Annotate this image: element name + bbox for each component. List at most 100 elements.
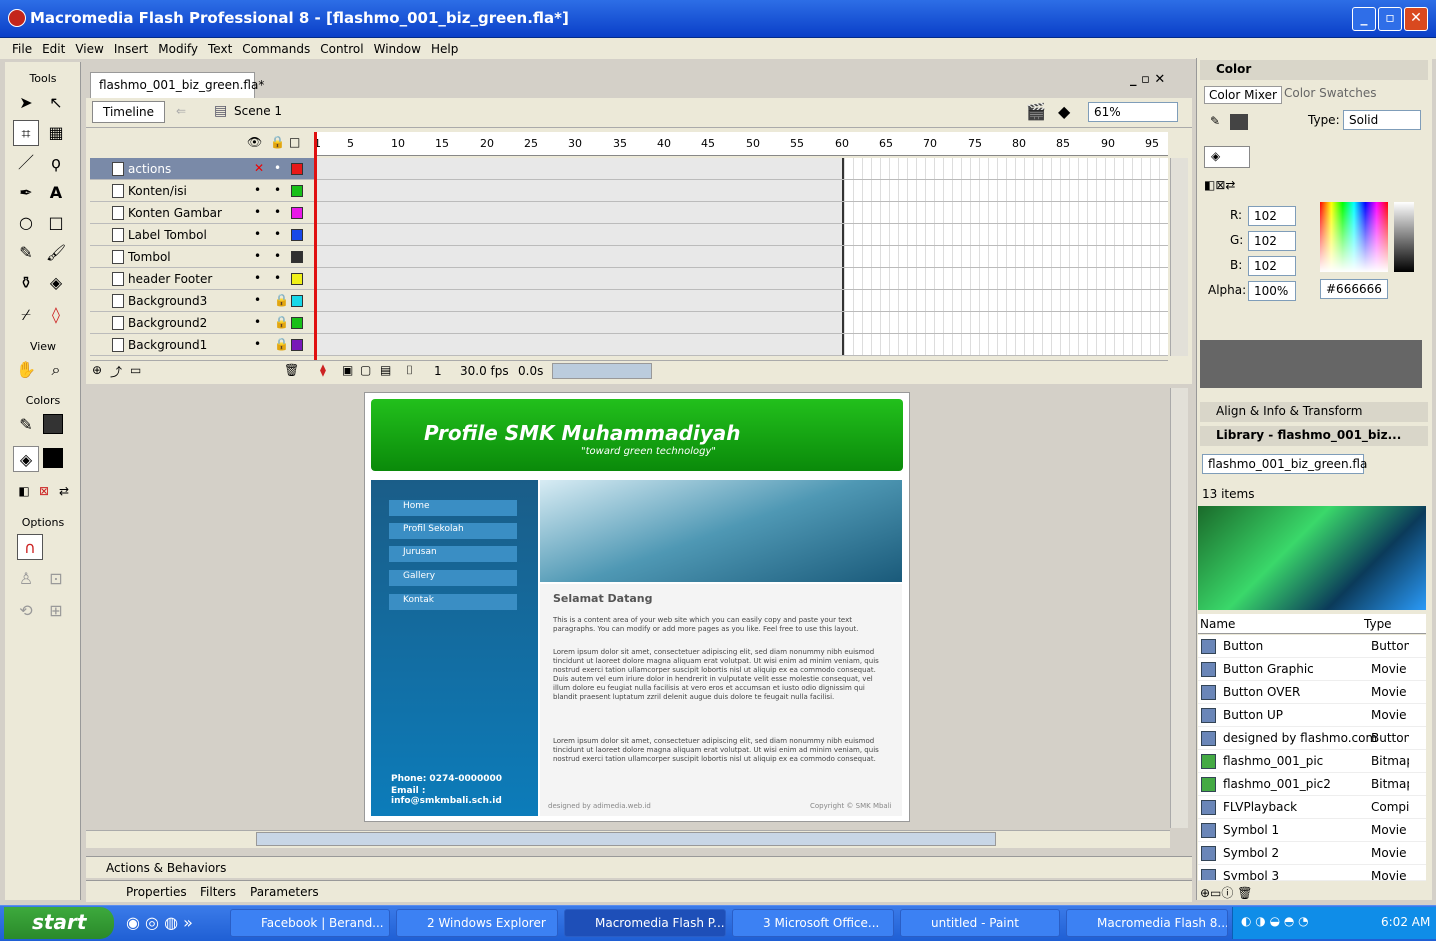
library-document-select[interactable]: flashmo_001_biz_green.fla xyxy=(1202,454,1367,474)
back-arrow-icon[interactable]: ⇐ xyxy=(176,104,186,118)
actions-panel-strip[interactable]: Actions & Behaviors xyxy=(86,856,1192,878)
menu-file[interactable]: File xyxy=(12,42,32,56)
lock-icon[interactable]: 🔒 xyxy=(274,315,289,329)
stage-hscroll[interactable] xyxy=(86,830,1170,848)
delete-layer-icon[interactable]: 🗑 xyxy=(284,363,299,377)
library-item[interactable]: Button Button xyxy=(1198,635,1426,658)
frame-row[interactable] xyxy=(314,224,1168,246)
menu-commands[interactable]: Commands xyxy=(242,42,310,56)
green-field[interactable]: 102 xyxy=(1248,231,1296,251)
document-tab[interactable]: flashmo_001_biz_green.fla* xyxy=(90,72,264,98)
lock-dot[interactable]: • xyxy=(274,249,281,263)
menu-modify[interactable]: Modify xyxy=(158,42,198,56)
outline-swatch[interactable] xyxy=(291,273,303,285)
lock-icon[interactable]: 🔒 xyxy=(274,337,289,351)
eraser-tool-icon[interactable]: ◊ xyxy=(43,302,69,328)
eye-icon[interactable]: 👁 xyxy=(247,135,262,149)
library-item[interactable]: Symbol 2 Movie Clip xyxy=(1198,842,1426,865)
outline-swatch[interactable] xyxy=(291,295,303,307)
playhead[interactable] xyxy=(314,132,317,360)
tab-properties[interactable]: Properties xyxy=(126,885,187,899)
selection-tool-icon[interactable]: ➤ xyxy=(13,90,39,116)
tray-icons[interactable]: ◐ ◑ ◒ ◓ ◔ xyxy=(1241,914,1309,928)
actions-panel-title[interactable]: Actions & Behaviors xyxy=(106,861,226,875)
timeline-button[interactable]: Timeline xyxy=(92,101,166,123)
col-name[interactable]: Name xyxy=(1200,617,1235,631)
outline-swatch[interactable] xyxy=(291,229,303,241)
frame-row[interactable] xyxy=(314,290,1168,312)
col-type[interactable]: Type xyxy=(1364,617,1392,631)
task-flash8[interactable]: Macromedia Flash 8... xyxy=(1066,909,1228,937)
tab-parameters[interactable]: Parameters xyxy=(250,885,319,899)
layer-label-tombol[interactable]: Label Tombol • • xyxy=(90,224,314,246)
eye-dot[interactable]: • xyxy=(254,271,261,285)
red-field[interactable]: 102 xyxy=(1248,206,1296,226)
subselection-tool-icon[interactable]: ↖ xyxy=(43,90,69,116)
timeline-hscroll[interactable] xyxy=(552,363,652,379)
center-frame-icon[interactable]: ⧫ xyxy=(320,363,326,377)
add-motion-guide-icon[interactable]: ⤴ xyxy=(110,363,122,380)
site-nav-profil[interactable]: Profil Sekolah xyxy=(389,523,517,539)
stroke-color-swatch[interactable] xyxy=(43,414,63,434)
library-item[interactable]: Button Graphic Movie Clip xyxy=(1198,658,1426,681)
scale-icon[interactable]: ⊞ xyxy=(43,598,69,624)
menu-edit[interactable]: Edit xyxy=(42,42,65,56)
blue-field[interactable]: 102 xyxy=(1248,256,1296,276)
outline-swatch[interactable] xyxy=(291,185,303,197)
task-facebook[interactable]: Facebook | Berand... xyxy=(230,909,390,937)
straighten-icon[interactable]: ⊡ xyxy=(43,566,69,592)
brightness-slider[interactable] xyxy=(1394,202,1414,272)
layer-background2[interactable]: Background2 • 🔒 xyxy=(90,312,314,334)
lock-dot[interactable]: • xyxy=(274,205,281,219)
menu-window[interactable]: Window xyxy=(374,42,421,56)
stroke-color-icon[interactable]: ✎ xyxy=(1210,114,1220,128)
add-folder-icon[interactable]: ▭ xyxy=(130,363,141,377)
library-item[interactable]: Symbol 1 Movie Clip xyxy=(1198,819,1426,842)
lock-icon[interactable]: 🔒 xyxy=(270,135,285,149)
line-tool-icon[interactable]: ／ xyxy=(13,150,39,176)
library-panel-header[interactable]: Library - flashmo_001_biz... xyxy=(1200,426,1428,446)
pencil-tool-icon[interactable]: ✎ xyxy=(13,240,39,266)
layer-actions[interactable]: actions ✕ • xyxy=(90,158,314,180)
pen-tool-icon[interactable]: ✒ xyxy=(13,180,39,206)
eye-dot[interactable]: • xyxy=(254,205,261,219)
outline-icon[interactable]: □ xyxy=(289,135,300,149)
frame-row[interactable] xyxy=(314,202,1168,224)
task-paint[interactable]: untitled - Paint xyxy=(900,909,1060,937)
text-tool-icon[interactable]: A xyxy=(43,180,69,206)
lock-dot[interactable]: • xyxy=(274,161,281,175)
layer-tombol[interactable]: Tombol • • xyxy=(90,246,314,268)
library-item[interactable]: Symbol 3 Movie Clip xyxy=(1198,865,1426,881)
document-window-controls[interactable]: _ ▫ ✕ xyxy=(1130,72,1165,87)
eye-dot[interactable]: • xyxy=(254,315,261,329)
frame-row[interactable] xyxy=(314,246,1168,268)
outline-swatch[interactable] xyxy=(291,251,303,263)
modify-markers-icon[interactable]: ⌷ xyxy=(406,363,413,378)
frame-rate[interactable]: 30.0 fps xyxy=(460,364,509,378)
layer-header-footer[interactable]: header Footer • • xyxy=(90,268,314,290)
library-footer-icons[interactable]: ⊕▭ⓘ 🗑 xyxy=(1200,884,1252,901)
hidden-x-icon[interactable]: ✕ xyxy=(254,161,264,175)
tab-color-mixer[interactable]: Color Mixer xyxy=(1204,86,1282,104)
outline-swatch[interactable] xyxy=(291,163,303,175)
eye-dot[interactable]: • xyxy=(254,337,261,351)
scroll-thumb[interactable] xyxy=(256,832,996,846)
eye-dot[interactable]: • xyxy=(254,183,261,197)
library-item[interactable]: designed by flashmo.com Button xyxy=(1198,727,1426,750)
layer-background1[interactable]: Background1 • 🔒 xyxy=(90,334,314,356)
frame-row[interactable] xyxy=(314,312,1168,334)
task-windows-explorer[interactable]: 2 Windows Explorer xyxy=(396,909,558,937)
edit-multiple-frames-icon[interactable]: ▤ xyxy=(380,363,391,377)
stroke-swatch[interactable] xyxy=(1230,114,1248,130)
eye-dot[interactable]: • xyxy=(254,227,261,241)
outline-swatch[interactable] xyxy=(291,317,303,329)
zoom-field[interactable]: 61% xyxy=(1088,102,1178,122)
site-nav-home[interactable]: Home xyxy=(389,500,517,516)
site-nav-kontak[interactable]: Kontak xyxy=(389,594,517,610)
hex-field[interactable]: #666666 xyxy=(1320,279,1388,299)
stage-vscroll[interactable] xyxy=(1170,388,1188,828)
rotate-icon[interactable]: ⟲ xyxy=(13,598,39,624)
menu-view[interactable]: View xyxy=(75,42,103,56)
layer-konten-gambar[interactable]: Konten Gambar • • xyxy=(90,202,314,224)
fill-color-swatch[interactable] xyxy=(43,448,63,468)
